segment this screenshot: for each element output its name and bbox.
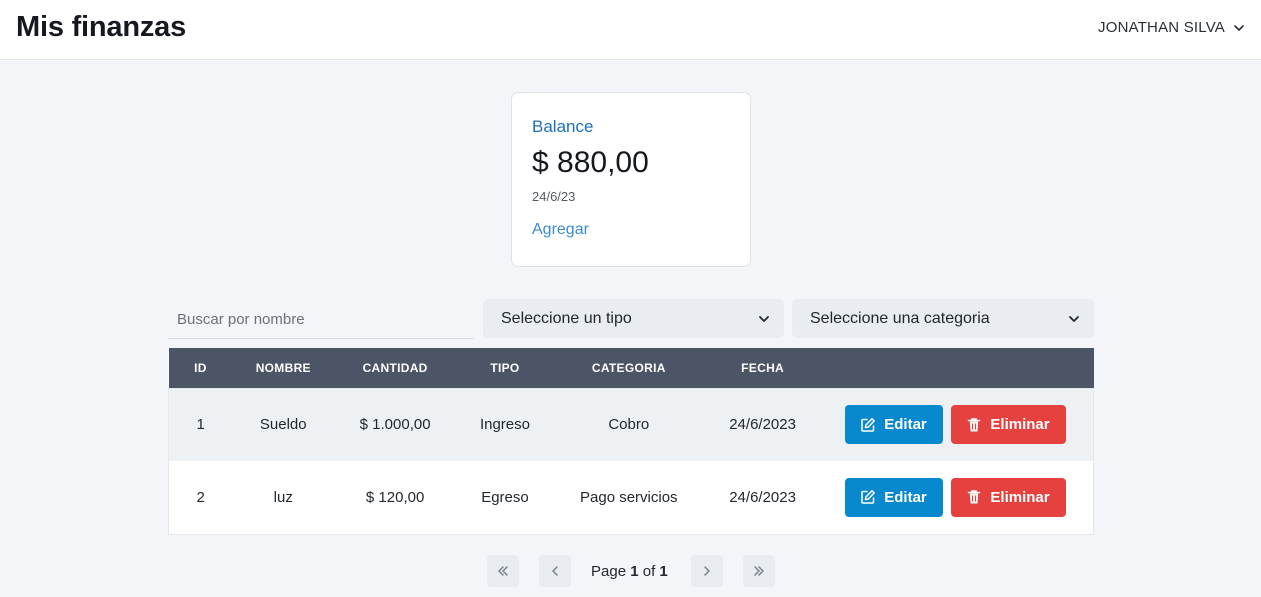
cell-id: 1 <box>196 416 205 434</box>
trash-icon <box>968 418 981 432</box>
cell-categoria: Cobro <box>608 416 650 434</box>
pagination: Page 1 of 1 <box>0 555 1261 587</box>
edit-icon <box>861 417 876 432</box>
delete-button[interactable]: Eliminar <box>950 405 1066 445</box>
next-page-button[interactable] <box>691 555 723 587</box>
top-bar: Mis finanzas JONATHAN SILVA <box>0 0 1261 60</box>
user-name: JONATHAN SILVA <box>1098 19 1225 36</box>
chevron-right-icon <box>704 566 710 576</box>
trash-icon <box>968 490 981 504</box>
app-title: Mis finanzas <box>16 11 187 43</box>
user-menu[interactable]: JONATHAN SILVA <box>1098 19 1245 36</box>
balance-title: Balance <box>532 117 594 136</box>
cell-actions: Editar Eliminar <box>822 461 1094 534</box>
cell-cantidad: $ 120,00 <box>365 488 425 506</box>
total-pages: 1 <box>659 563 668 580</box>
column-header-cantidad: CANTIDAD <box>362 360 428 375</box>
chevron-down-icon <box>1234 24 1244 31</box>
add-link[interactable]: Agregar <box>532 221 589 239</box>
edit-button[interactable]: Editar <box>844 477 943 517</box>
of-word: of <box>642 563 656 580</box>
type-select-value: Seleccione un tipo <box>501 309 632 327</box>
table-row: 2 luz $ 120,00 Egreso Pago servicios 24/… <box>168 461 1094 534</box>
cell-tipo: Ingreso <box>479 416 530 434</box>
page-word: Page <box>591 563 627 580</box>
column-header-nombre: NOMBRE <box>255 360 311 375</box>
cell-nombre: Sueldo <box>259 416 307 434</box>
edit-button-label: Editar <box>884 416 927 434</box>
chevron-down-icon <box>759 315 769 322</box>
first-page-button[interactable] <box>487 555 519 587</box>
table-row: 1 Sueldo $ 1.000,00 Ingreso Cobro 24/6/2… <box>168 388 1094 461</box>
balance-card: Balance $ 880,00 24/6/23 Agregar <box>511 92 751 267</box>
column-header-actions <box>822 348 1094 388</box>
edit-icon <box>861 490 876 504</box>
delete-button-label: Eliminar <box>990 488 1050 506</box>
cell-actions: Editar Eliminar <box>822 388 1094 461</box>
cell-id: 2 <box>196 488 205 506</box>
current-page: 1 <box>630 563 639 580</box>
column-header-id: ID <box>194 360 207 375</box>
balance-date: 24/6/23 <box>532 189 576 204</box>
transactions-table: ID NOMBRE CANTIDAD TIPO CATEGORIA FECHA … <box>168 348 1094 535</box>
category-select-value: Seleccione una categoria <box>810 309 990 327</box>
cell-cantidad: $ 1.000,00 <box>359 416 431 434</box>
table-header-row: ID NOMBRE CANTIDAD TIPO CATEGORIA FECHA <box>168 348 1094 388</box>
edit-button-label: Editar <box>884 488 927 506</box>
chevron-down-icon <box>1069 315 1079 322</box>
delete-button[interactable]: Eliminar <box>950 477 1066 517</box>
last-page-button[interactable] <box>743 555 775 587</box>
column-header-fecha: FECHA <box>741 360 785 375</box>
search-input[interactable] <box>168 300 473 339</box>
category-select[interactable]: Seleccione una categoria <box>792 299 1094 338</box>
chevron-left-icon <box>552 566 558 576</box>
cell-nombre: luz <box>273 488 293 506</box>
previous-page-button[interactable] <box>539 555 571 587</box>
balance-amount: $ 880,00 <box>532 146 649 179</box>
double-chevron-right-icon <box>754 566 764 576</box>
double-chevron-left-icon <box>498 566 508 576</box>
edit-button[interactable]: Editar <box>844 405 943 445</box>
cell-fecha: 24/6/2023 <box>729 416 796 434</box>
delete-button-label: Eliminar <box>990 416 1050 434</box>
cell-categoria: Pago servicios <box>580 488 678 506</box>
column-header-tipo: TIPO <box>490 360 520 375</box>
column-header-categoria: CATEGORIA <box>591 360 666 375</box>
cell-tipo: Egreso <box>481 488 529 506</box>
cell-fecha: 24/6/2023 <box>729 488 796 506</box>
type-select[interactable]: Seleccione un tipo <box>483 299 784 338</box>
page-indicator: Page 1 of 1 <box>591 563 668 580</box>
